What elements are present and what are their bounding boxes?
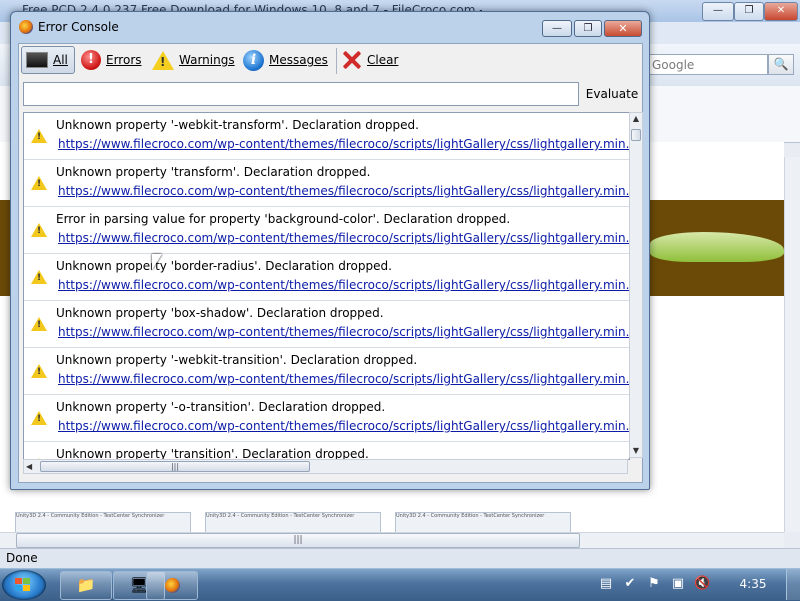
console-entry[interactable]: ! Unknown property '-webkit-transform'. D… xyxy=(24,113,629,160)
security-tray-icon[interactable]: ✔ xyxy=(622,576,638,592)
warning-icon: ! xyxy=(31,129,47,143)
error-icon: ! xyxy=(81,50,101,70)
all-filter-button[interactable]: All xyxy=(21,46,75,74)
entry-source-link[interactable]: https://www.filecroco.com/wp-content/the… xyxy=(58,137,629,151)
console-maximize-button[interactable]: ❐ xyxy=(574,20,602,37)
info-icon: i xyxy=(243,49,264,71)
warnings-filter-button[interactable]: ! Warnings xyxy=(152,46,235,74)
messages-filter-button[interactable]: i Messages xyxy=(243,46,328,74)
console-entry[interactable]: ! Unknown property 'border-radius'. Decla… xyxy=(24,254,629,301)
messages-filter-label: Messages xyxy=(269,53,328,67)
firefox-icon xyxy=(19,20,33,34)
console-titlebar: Error Console xyxy=(19,16,119,38)
evaluate-input[interactable] xyxy=(23,82,579,106)
entry-source-link[interactable]: https://www.filecroco.com/wp-content/the… xyxy=(58,372,629,386)
page-vertical-scrollbar[interactable] xyxy=(784,157,800,532)
toolbar-separator xyxy=(336,48,337,74)
console-entry[interactable]: ! Unknown property '-webkit-transition'. … xyxy=(24,348,629,395)
firefox-icon xyxy=(164,578,180,593)
entry-source-link[interactable]: https://www.filecroco.com/wp-content/the… xyxy=(58,325,629,339)
entry-message: Unknown property 'border-radius'. Declar… xyxy=(56,259,392,273)
explorer-taskbar-button[interactable]: 📁 xyxy=(60,571,112,600)
entry-message: Unknown property 'box-shadow'. Declarati… xyxy=(56,306,384,320)
warning-icon: ! xyxy=(31,176,47,190)
firefox-taskbar-button[interactable] xyxy=(146,571,198,600)
scroll-left-arrow-icon[interactable]: ◀ xyxy=(26,460,32,473)
windows-logo-icon xyxy=(15,578,31,592)
errors-filter-label: Errors xyxy=(106,53,142,67)
flag-tray-icon[interactable]: ⚑ xyxy=(646,576,662,592)
console-message-list[interactable]: ! Unknown property '-webkit-transform'. D… xyxy=(23,112,630,460)
search-icon[interactable]: 🔍 xyxy=(768,54,794,75)
console-toolbar: All ! Errors ! Warnings i Messages Clear xyxy=(19,44,642,78)
warning-icon: ! xyxy=(152,50,174,70)
entry-source-link[interactable]: https://www.filecroco.com/wp-content/the… xyxy=(58,278,629,292)
entry-source-link[interactable]: https://www.filecroco.com/wp-content/the… xyxy=(58,231,629,245)
console-horizontal-scrollbar[interactable]: ◀ ||| xyxy=(23,459,628,474)
scroll-down-arrow-icon[interactable]: ▼ xyxy=(630,445,642,457)
network-tray-icon[interactable]: ▣ xyxy=(670,576,686,592)
clear-label: Clear xyxy=(367,53,399,67)
entry-message: Unknown property '-o-transition'. Declar… xyxy=(56,400,386,414)
errors-filter-button[interactable]: ! Errors xyxy=(81,46,142,74)
warning-icon: ! xyxy=(31,270,47,284)
console-minimize-button[interactable]: — xyxy=(542,20,572,37)
console-entry[interactable]: ! Error in parsing value for property 'ba… xyxy=(24,207,629,254)
warning-icon: ! xyxy=(31,317,47,331)
browser-close-button[interactable]: ✕ xyxy=(764,2,798,21)
warning-icon: ! xyxy=(31,223,47,237)
clear-button[interactable]: Clear xyxy=(342,46,398,74)
entry-source-link[interactable]: https://www.filecroco.com/wp-content/the… xyxy=(58,184,629,198)
document-tray-icon[interactable]: ▤ xyxy=(598,576,614,592)
console-vertical-scroll-thumb[interactable] xyxy=(631,129,641,141)
scroll-up-arrow-icon[interactable]: ▲ xyxy=(630,113,642,125)
console-body: All ! Errors ! Warnings i Messages Clear xyxy=(18,43,643,483)
console-title: Error Console xyxy=(38,20,119,34)
console-entry[interactable]: ! Unknown property 'box-shadow'. Declarat… xyxy=(24,301,629,348)
entry-source-link[interactable]: https://www.filecroco.com/wp-content/the… xyxy=(58,419,629,433)
browser-minimize-button[interactable]: — xyxy=(702,2,734,21)
console-vertical-scrollbar[interactable]: ▲ ▼ xyxy=(629,112,643,458)
console-entry[interactable]: ! Unknown property '-o-transition'. Decla… xyxy=(24,395,629,442)
taskbar-clock[interactable]: 4:35 xyxy=(728,577,778,591)
warning-icon: ! xyxy=(31,411,47,425)
search-input[interactable]: Google xyxy=(648,54,768,75)
folder-icon: 📁 xyxy=(76,576,96,594)
console-entry[interactable]: !Unknown property 'transition'. Declarat… xyxy=(24,442,629,459)
warnings-filter-label: Warnings xyxy=(179,53,235,67)
entry-message: Unknown property 'transform'. Declaratio… xyxy=(56,165,371,179)
status-text: Done xyxy=(6,551,38,565)
console-horizontal-scroll-thumb[interactable]: ||| xyxy=(40,461,310,472)
page-horizontal-scroll-thumb[interactable]: ||| xyxy=(16,533,580,548)
all-filter-label: All xyxy=(53,53,68,67)
evaluate-button[interactable]: Evaluate xyxy=(584,82,640,106)
console-all-icon xyxy=(26,52,48,68)
error-console-window: Error Console — ❐ ✕ All ! Errors ! Warni… xyxy=(10,11,650,490)
browser-maximize-button[interactable]: ❐ xyxy=(734,2,764,21)
console-entry[interactable]: ! Unknown property 'transform'. Declarati… xyxy=(24,160,629,207)
entry-message: Unknown property '-webkit-transform'. De… xyxy=(56,118,419,132)
warning-icon: ! xyxy=(31,364,47,378)
clear-x-icon xyxy=(342,50,362,70)
mouse-cursor-icon xyxy=(152,254,162,270)
evaluate-row: Evaluate xyxy=(19,78,642,110)
volume-muted-icon[interactable]: 🔇 xyxy=(694,576,710,592)
status-bar: Done xyxy=(0,548,800,569)
entry-message: Unknown property '-webkit-transition'. D… xyxy=(56,353,418,367)
show-desktop-button[interactable] xyxy=(786,569,800,600)
console-close-button[interactable]: ✕ xyxy=(604,20,642,37)
entry-message: Error in parsing value for property 'bac… xyxy=(56,212,511,226)
